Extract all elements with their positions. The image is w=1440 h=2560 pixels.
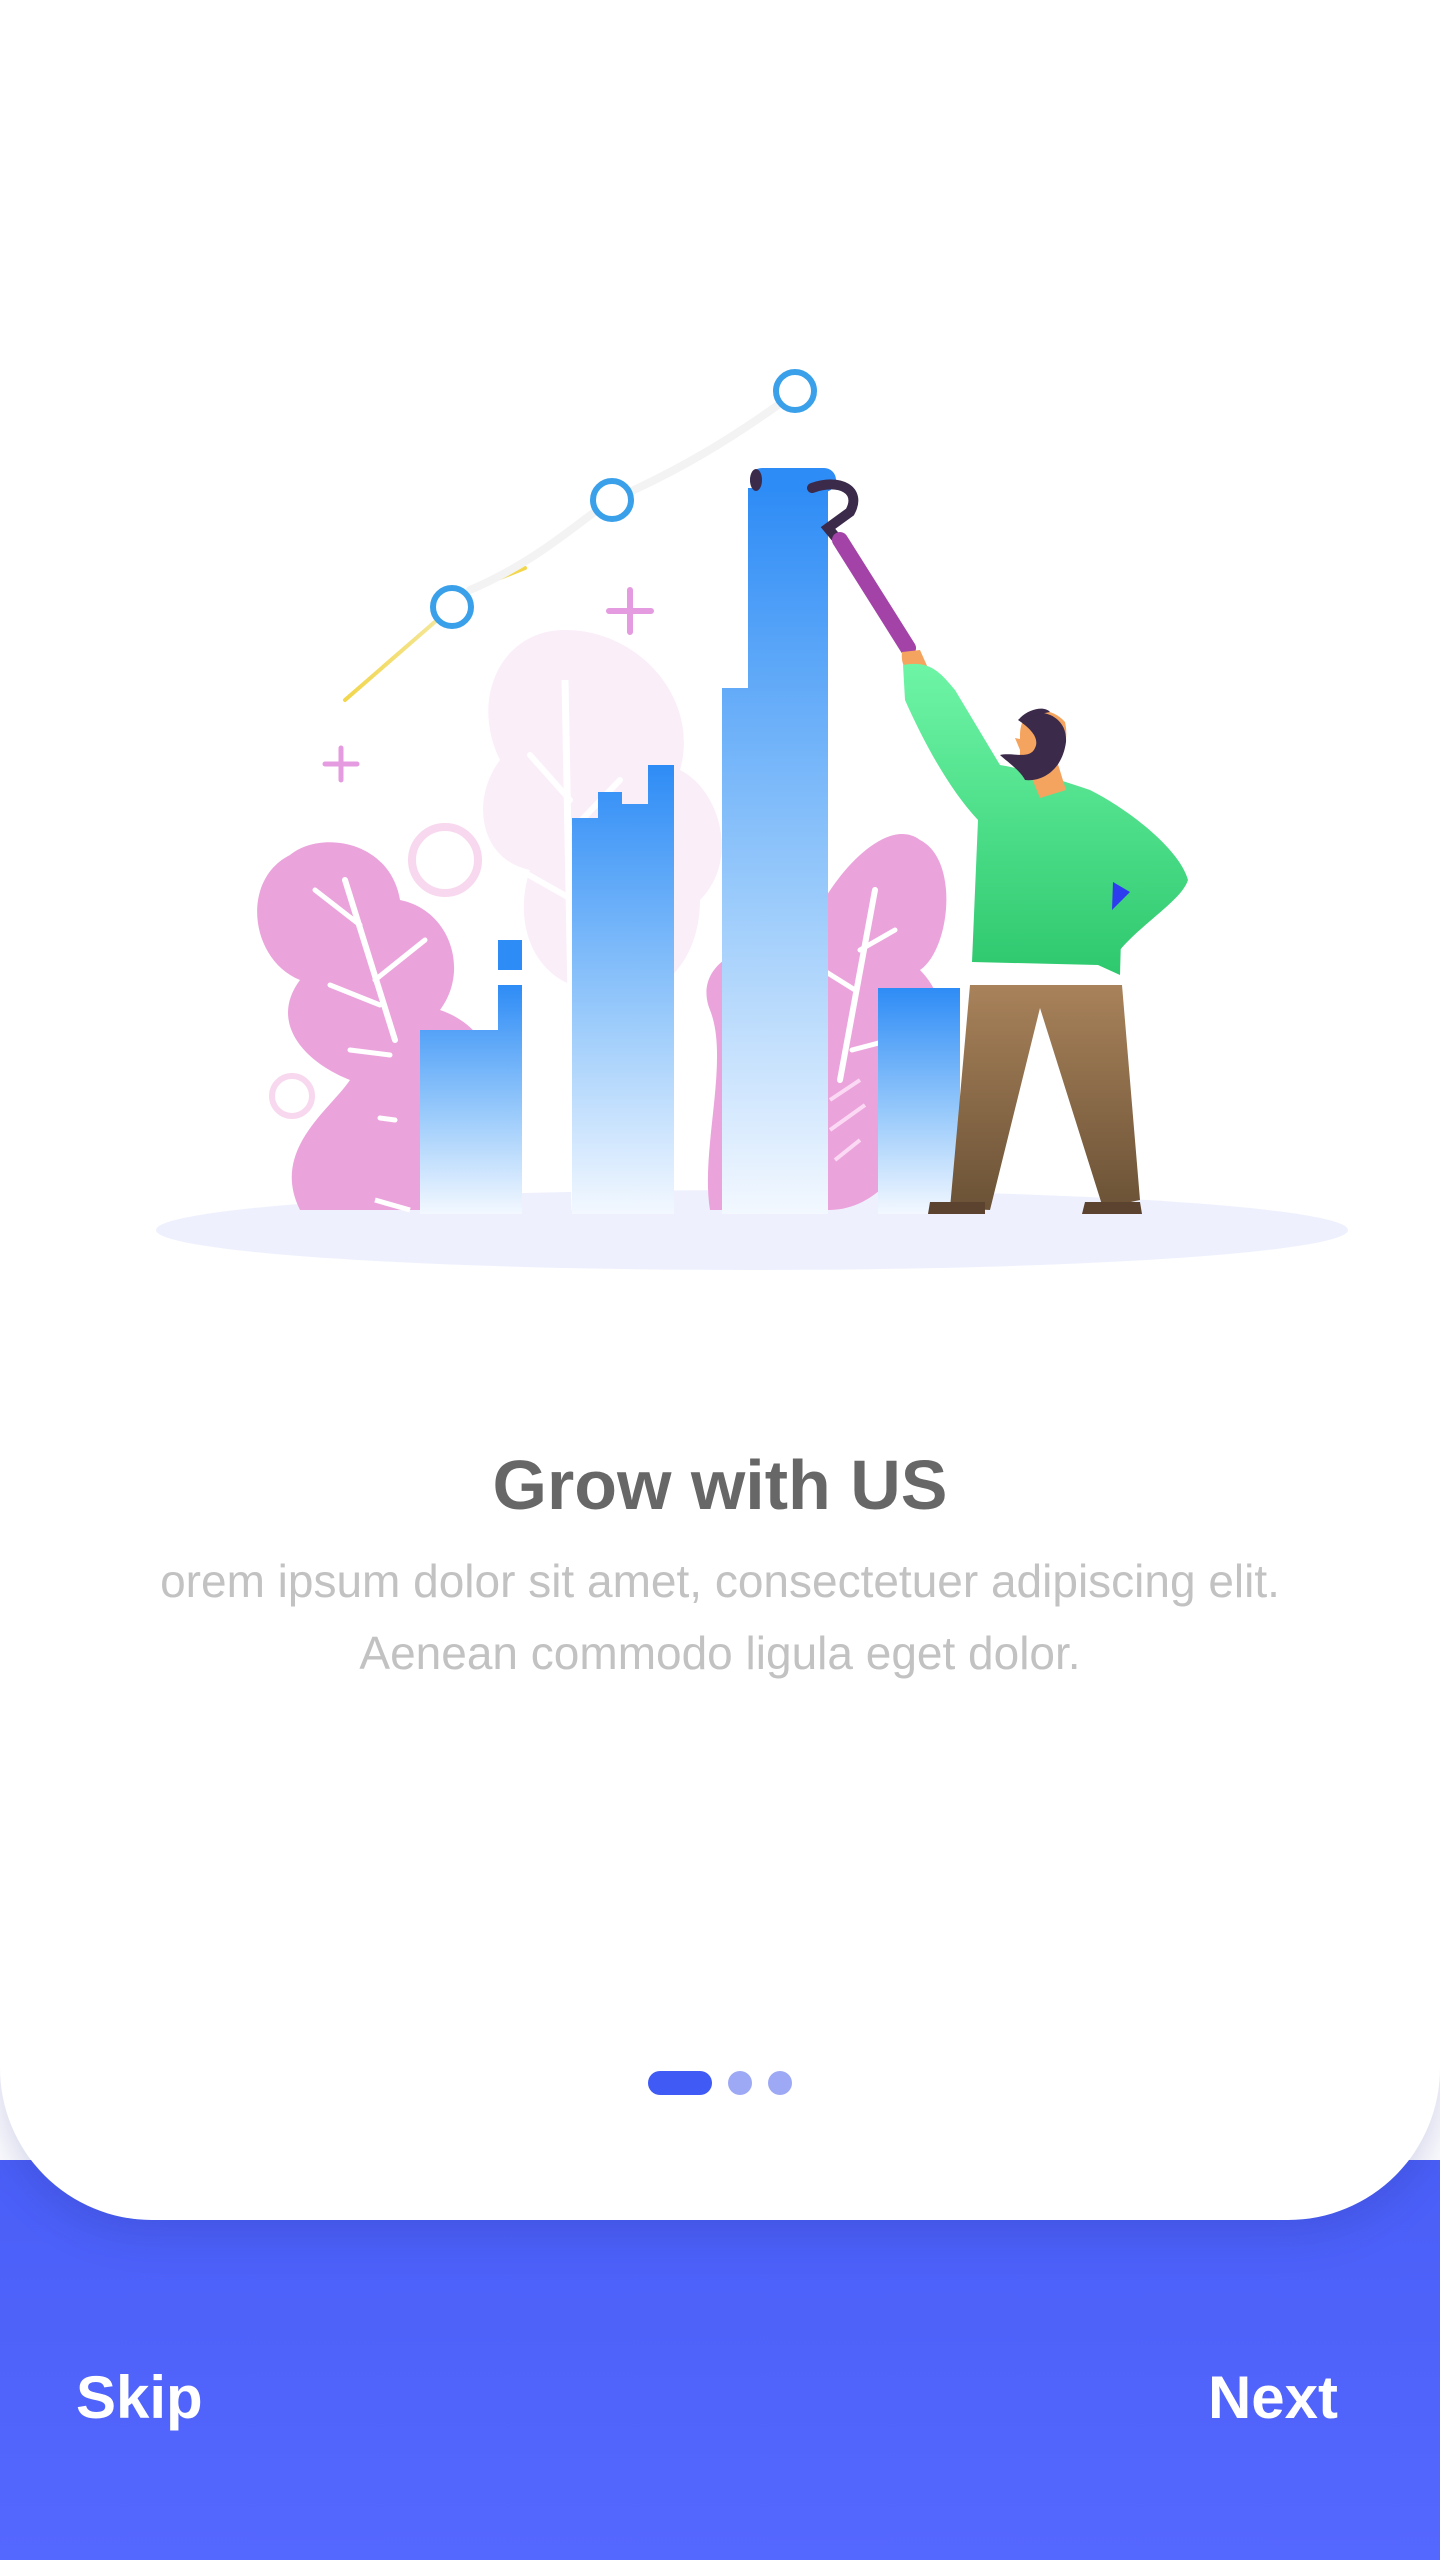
bar xyxy=(572,765,674,1214)
growth-chart-illustration xyxy=(0,340,1440,1300)
skip-button[interactable]: Skip xyxy=(76,2358,203,2438)
onboarding-description: orem ipsum dolor sit amet, consectetuer … xyxy=(160,1555,1280,1679)
onboarding-title: Grow with US xyxy=(492,1446,948,1524)
page-dot[interactable] xyxy=(728,2071,752,2095)
plus-icon xyxy=(606,587,654,635)
trend-marker xyxy=(430,585,474,629)
bar xyxy=(722,488,828,1214)
bar xyxy=(498,940,522,970)
next-button[interactable]: Next xyxy=(1208,2358,1338,2438)
plus-icon xyxy=(322,745,360,783)
ring-icon xyxy=(269,1073,315,1119)
trend-marker xyxy=(590,478,634,522)
onboarding-card: Grow with US orem ipsum dolor sit amet, … xyxy=(0,0,1440,2220)
bar xyxy=(878,988,960,1214)
page-indicator xyxy=(0,2071,1440,2095)
ring-icon xyxy=(408,823,482,897)
page-dot[interactable] xyxy=(768,2071,792,2095)
trend-marker xyxy=(773,369,817,413)
page-dot-active[interactable] xyxy=(648,2071,712,2095)
